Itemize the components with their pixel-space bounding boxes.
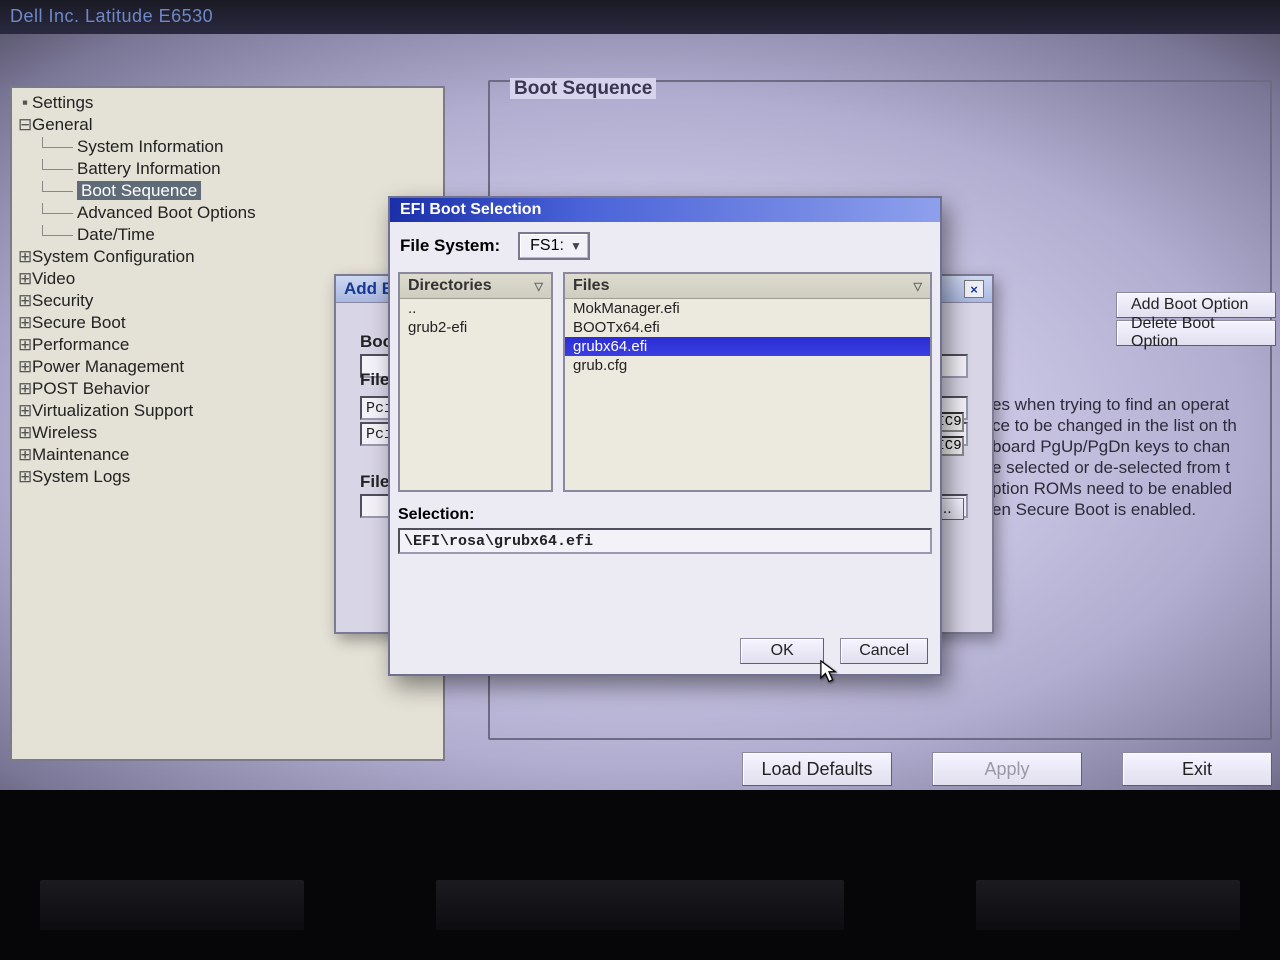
- sort-icon[interactable]: ▽: [914, 280, 922, 293]
- system-title-bar: Dell Inc. Latitude E6530: [0, 0, 1280, 34]
- efi-dialog-titlebar[interactable]: EFI Boot Selection: [390, 198, 940, 222]
- tree-advanced-boot-options[interactable]: Advanced Boot Options: [18, 202, 437, 224]
- bios-screen: ▪Settings ⊟General System Information Ba…: [0, 34, 1280, 792]
- delete-boot-option-button[interactable]: Delete Boot Option: [1116, 320, 1276, 346]
- files-header: Files: [573, 277, 609, 295]
- selection-label: Selection:: [398, 506, 932, 524]
- tree-boot-sequence[interactable]: Boot Sequence: [18, 180, 437, 202]
- add-dialog-close-button[interactable]: ×: [964, 280, 984, 298]
- file-system-value: FS1:: [530, 237, 564, 255]
- load-defaults-button[interactable]: Load Defaults: [742, 752, 892, 786]
- system-title: Dell Inc. Latitude E6530: [10, 6, 213, 26]
- tree-system-configuration[interactable]: ⊞System Configuration: [18, 246, 437, 268]
- tree-root[interactable]: ▪Settings: [18, 92, 437, 114]
- screen-bezel-bottom: [0, 790, 1280, 960]
- dir-grub2-efi[interactable]: grub2-efi: [400, 318, 551, 337]
- tree-general[interactable]: ⊟General: [18, 114, 437, 136]
- exit-button[interactable]: Exit: [1122, 752, 1272, 786]
- cancel-button[interactable]: Cancel: [840, 638, 928, 664]
- file-system-combo[interactable]: FS1: ▼: [518, 232, 590, 260]
- footer-buttons: Load Defaults Apply Exit: [740, 752, 1272, 786]
- tree-system-information[interactable]: System Information: [18, 136, 437, 158]
- tree-date-time[interactable]: Date/Time: [18, 224, 437, 246]
- file-grub-cfg[interactable]: grub.cfg: [565, 356, 930, 375]
- pane-legend: Boot Sequence: [504, 78, 662, 100]
- dir-up[interactable]: ..: [400, 299, 551, 318]
- file-system-label: File System:: [400, 236, 500, 256]
- files-list[interactable]: Files ▽ MokManager.efi BOOTx64.efi grubx6…: [563, 272, 932, 492]
- ok-button[interactable]: OK: [740, 638, 824, 664]
- efi-boot-selection-dialog: EFI Boot Selection File System: FS1: ▼ D…: [388, 196, 942, 676]
- selection-input[interactable]: [398, 528, 932, 554]
- file-bootx64[interactable]: BOOTx64.efi: [565, 318, 930, 337]
- efi-dialog-title: EFI Boot Selection: [400, 201, 541, 218]
- tree-battery-information[interactable]: Battery Information: [18, 158, 437, 180]
- directories-header: Directories: [408, 277, 492, 295]
- chevron-down-icon: ▼: [570, 239, 582, 253]
- help-text: es when trying to find an operat ce to b…: [992, 394, 1272, 520]
- file-mokmanager[interactable]: MokManager.efi: [565, 299, 930, 318]
- sort-icon[interactable]: ▽: [535, 280, 543, 293]
- close-icon: ×: [970, 282, 978, 297]
- file-grubx64[interactable]: grubx64.efi: [565, 337, 930, 356]
- apply-button[interactable]: Apply: [932, 752, 1082, 786]
- directories-list[interactable]: Directories ▽ .. grub2-efi: [398, 272, 553, 492]
